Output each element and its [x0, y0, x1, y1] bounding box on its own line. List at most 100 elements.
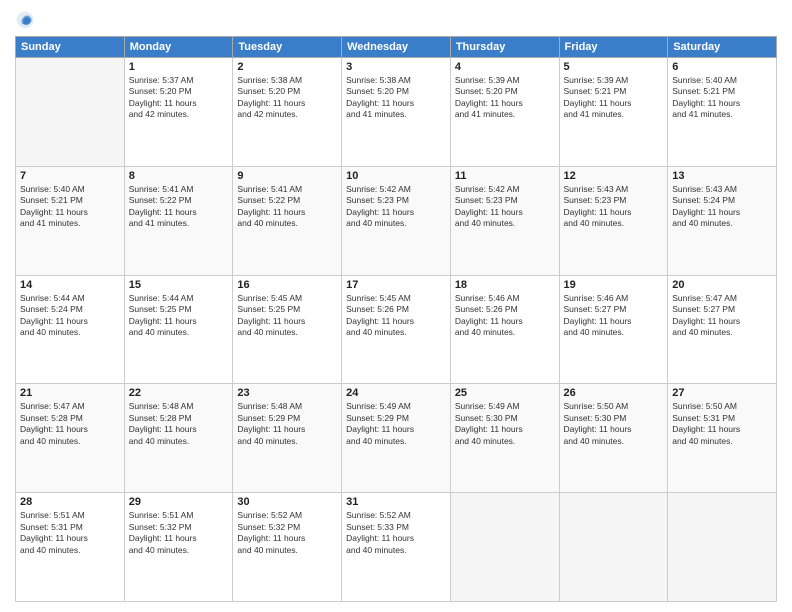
calendar-cell: 25Sunrise: 5:49 AMSunset: 5:30 PMDayligh… [450, 384, 559, 493]
calendar-cell: 15Sunrise: 5:44 AMSunset: 5:25 PMDayligh… [124, 275, 233, 384]
day-number: 16 [237, 279, 337, 291]
calendar-cell: 26 Sunrise: 5:50 AMSunset: 5:30 PMDayligh… [559, 384, 668, 493]
day-number: 15 [129, 279, 229, 291]
day-header-thursday: Thursday [450, 37, 559, 58]
calendar-week-row: 28 Sunrise: 5:51 AMSunset: 5:31 PMDayligh… [16, 493, 777, 602]
day-number: 13 [672, 170, 772, 182]
calendar-cell: 29 Sunrise: 5:51 AMSunset: 5:32 PMDayligh… [124, 493, 233, 602]
day-number: 11 [455, 170, 555, 182]
cell-info: Sunrise: 5:42 AMSunset: 5:23 PMDaylight:… [455, 184, 555, 230]
day-header-sunday: Sunday [16, 37, 125, 58]
cell-info: Sunrise: 5:42 AMSunset: 5:23 PMDaylight:… [346, 184, 446, 230]
cell-info: Sunrise: 5:39 AMSunset: 5:21 PMDaylight:… [564, 75, 664, 121]
day-header-tuesday: Tuesday [233, 37, 342, 58]
day-number: 28 [20, 496, 120, 508]
cell-info: Sunrise: 5:51 AMSunset: 5:31 PMDaylight:… [20, 510, 120, 556]
calendar-cell: 13 Sunrise: 5:43 AMSunset: 5:24 PMDayligh… [668, 166, 777, 275]
cell-info: Sunrise: 5:41 AMSunset: 5:22 PMDaylight:… [129, 184, 229, 230]
day-number: 24 [346, 387, 446, 399]
cell-info: Sunrise: 5:40 AMSunset: 5:21 PMDaylight:… [672, 75, 772, 121]
cell-info: Sunrise: 5:45 AMSunset: 5:26 PMDaylight:… [346, 293, 446, 339]
day-number: 3 [346, 61, 446, 73]
day-number: 26 [564, 387, 664, 399]
cell-info: Sunrise: 5:51 AMSunset: 5:32 PMDaylight:… [129, 510, 229, 556]
cell-info: Sunrise: 5:38 AMSunset: 5:20 PMDaylight:… [346, 75, 446, 121]
logo [15, 10, 39, 30]
day-number: 8 [129, 170, 229, 182]
calendar-cell: 14 Sunrise: 5:44 AMSunset: 5:24 PMDayligh… [16, 275, 125, 384]
calendar-cell: 30 Sunrise: 5:52 AMSunset: 5:32 PMDayligh… [233, 493, 342, 602]
calendar-cell: 28 Sunrise: 5:51 AMSunset: 5:31 PMDayligh… [16, 493, 125, 602]
calendar-cell: 4Sunrise: 5:39 AMSunset: 5:20 PMDaylight… [450, 58, 559, 167]
calendar-cell: 16 Sunrise: 5:45 AMSunset: 5:25 PMDayligh… [233, 275, 342, 384]
general-blue-icon [15, 10, 35, 30]
calendar-cell: 18 Sunrise: 5:46 AMSunset: 5:26 PMDayligh… [450, 275, 559, 384]
calendar-cell: 9 Sunrise: 5:41 AMSunset: 5:22 PMDaylight… [233, 166, 342, 275]
day-number: 5 [564, 61, 664, 73]
calendar-week-row: 21 Sunrise: 5:47 AMSunset: 5:28 PMDayligh… [16, 384, 777, 493]
calendar-cell: 3 Sunrise: 5:38 AMSunset: 5:20 PMDaylight… [342, 58, 451, 167]
day-header-row: SundayMondayTuesdayWednesdayThursdayFrid… [16, 37, 777, 58]
day-number: 17 [346, 279, 446, 291]
day-number: 27 [672, 387, 772, 399]
calendar-cell: 23 Sunrise: 5:48 AMSunset: 5:29 PMDayligh… [233, 384, 342, 493]
cell-info: Sunrise: 5:46 AMSunset: 5:27 PMDaylight:… [564, 293, 664, 339]
cell-info: Sunrise: 5:47 AMSunset: 5:28 PMDaylight:… [20, 401, 120, 447]
cell-info: Sunrise: 5:38 AMSunset: 5:20 PMDaylight:… [237, 75, 337, 121]
cell-info: Sunrise: 5:46 AMSunset: 5:26 PMDaylight:… [455, 293, 555, 339]
cell-info: Sunrise: 5:49 AMSunset: 5:30 PMDaylight:… [455, 401, 555, 447]
cell-info: Sunrise: 5:50 AMSunset: 5:30 PMDaylight:… [564, 401, 664, 447]
calendar-week-row: 7Sunrise: 5:40 AMSunset: 5:21 PMDaylight… [16, 166, 777, 275]
calendar-table: SundayMondayTuesdayWednesdayThursdayFrid… [15, 36, 777, 602]
calendar-cell: 10 Sunrise: 5:42 AMSunset: 5:23 PMDayligh… [342, 166, 451, 275]
day-number: 2 [237, 61, 337, 73]
cell-info: Sunrise: 5:52 AMSunset: 5:33 PMDaylight:… [346, 510, 446, 556]
cell-info: Sunrise: 5:52 AMSunset: 5:32 PMDaylight:… [237, 510, 337, 556]
day-header-wednesday: Wednesday [342, 37, 451, 58]
calendar-cell: 6 Sunrise: 5:40 AMSunset: 5:21 PMDaylight… [668, 58, 777, 167]
calendar-header: SundayMondayTuesdayWednesdayThursdayFrid… [16, 37, 777, 58]
cell-info: Sunrise: 5:50 AMSunset: 5:31 PMDaylight:… [672, 401, 772, 447]
day-number: 31 [346, 496, 446, 508]
day-number: 6 [672, 61, 772, 73]
day-number: 9 [237, 170, 337, 182]
cell-info: Sunrise: 5:45 AMSunset: 5:25 PMDaylight:… [237, 293, 337, 339]
calendar-cell [559, 493, 668, 602]
day-number: 21 [20, 387, 120, 399]
cell-info: Sunrise: 5:48 AMSunset: 5:28 PMDaylight:… [129, 401, 229, 447]
day-header-monday: Monday [124, 37, 233, 58]
calendar-cell: 5 Sunrise: 5:39 AMSunset: 5:21 PMDaylight… [559, 58, 668, 167]
day-number: 30 [237, 496, 337, 508]
calendar-cell: 27 Sunrise: 5:50 AMSunset: 5:31 PMDayligh… [668, 384, 777, 493]
day-number: 1 [129, 61, 229, 73]
day-number: 18 [455, 279, 555, 291]
day-number: 23 [237, 387, 337, 399]
calendar-cell [16, 58, 125, 167]
calendar-cell: 7Sunrise: 5:40 AMSunset: 5:21 PMDaylight… [16, 166, 125, 275]
calendar-cell: 12 Sunrise: 5:43 AMSunset: 5:23 PMDayligh… [559, 166, 668, 275]
day-number: 19 [564, 279, 664, 291]
calendar-cell: 21 Sunrise: 5:47 AMSunset: 5:28 PMDayligh… [16, 384, 125, 493]
day-number: 29 [129, 496, 229, 508]
calendar-cell: 8 Sunrise: 5:41 AMSunset: 5:22 PMDaylight… [124, 166, 233, 275]
calendar-cell: 31 Sunrise: 5:52 AMSunset: 5:33 PMDayligh… [342, 493, 451, 602]
cell-info: Sunrise: 5:43 AMSunset: 5:24 PMDaylight:… [672, 184, 772, 230]
calendar-cell [668, 493, 777, 602]
page: SundayMondayTuesdayWednesdayThursdayFrid… [0, 0, 792, 612]
cell-info: Sunrise: 5:44 AMSunset: 5:24 PMDaylight:… [20, 293, 120, 339]
day-number: 10 [346, 170, 446, 182]
day-number: 14 [20, 279, 120, 291]
cell-info: Sunrise: 5:37 AMSunset: 5:20 PMDaylight:… [129, 75, 229, 121]
cell-info: Sunrise: 5:39 AMSunset: 5:20 PMDaylight:… [455, 75, 555, 121]
calendar-cell: 20Sunrise: 5:47 AMSunset: 5:27 PMDayligh… [668, 275, 777, 384]
calendar-cell: 2 Sunrise: 5:38 AMSunset: 5:20 PMDaylight… [233, 58, 342, 167]
day-header-saturday: Saturday [668, 37, 777, 58]
day-number: 12 [564, 170, 664, 182]
cell-info: Sunrise: 5:41 AMSunset: 5:22 PMDaylight:… [237, 184, 337, 230]
calendar-cell: 1 Sunrise: 5:37 AMSunset: 5:20 PMDaylight… [124, 58, 233, 167]
cell-info: Sunrise: 5:48 AMSunset: 5:29 PMDaylight:… [237, 401, 337, 447]
cell-info: Sunrise: 5:43 AMSunset: 5:23 PMDaylight:… [564, 184, 664, 230]
calendar-cell [450, 493, 559, 602]
calendar-week-row: 14 Sunrise: 5:44 AMSunset: 5:24 PMDayligh… [16, 275, 777, 384]
day-number: 22 [129, 387, 229, 399]
